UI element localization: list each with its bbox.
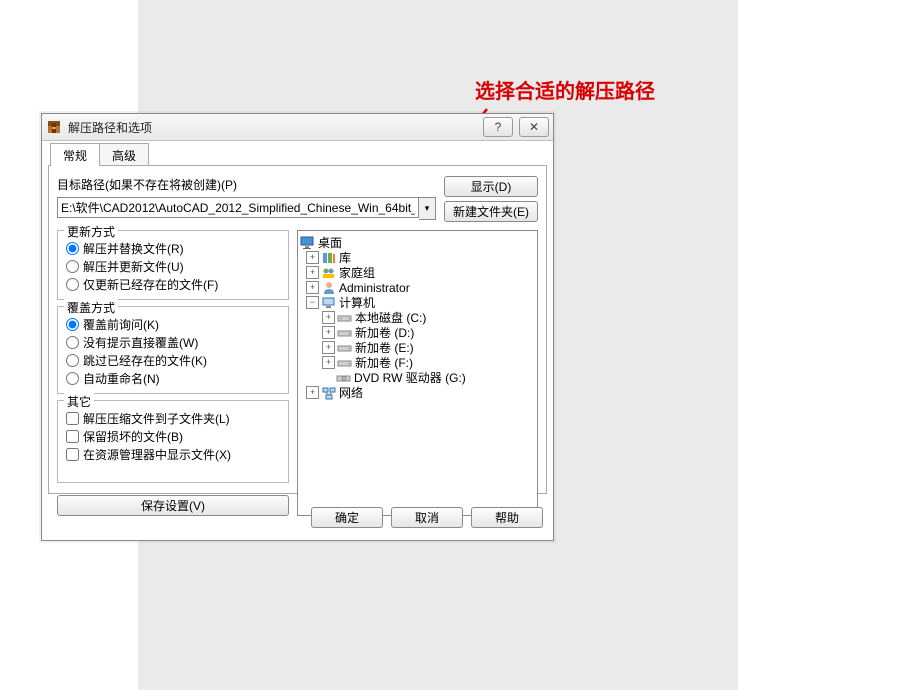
desktop-icon (300, 236, 316, 250)
plus-icon[interactable]: + (306, 266, 319, 279)
dialog-footer: 确定 取消 帮助 (48, 507, 547, 528)
plus-icon[interactable]: + (322, 341, 335, 354)
close-button[interactable]: ✕ (519, 117, 549, 137)
misc-opt-subfolder[interactable]: 解压压缩文件到子文件夹(L) (66, 409, 280, 427)
tree-libraries[interactable]: + 库 (300, 250, 535, 265)
tab-advanced[interactable]: 高级 (99, 143, 149, 166)
tree-admin[interactable]: + Administrator (300, 280, 535, 295)
misc-group: 其它 解压压缩文件到子文件夹(L) 保留损坏的文件(B) 在资源管理器中显示文件… (57, 400, 289, 483)
help-footer-button[interactable]: 帮助 (471, 507, 543, 528)
dialog-title: 解压路径和选项 (68, 119, 152, 136)
network-icon (321, 386, 337, 400)
dvd-icon (336, 371, 352, 385)
extract-dialog: 解压路径和选项 ? ✕ 常规 高级 目标路径(如果不存在将被创建)(P) ▾ 显… (41, 113, 554, 541)
tree-drive-c[interactable]: + 本地磁盘 (C:) (300, 310, 535, 325)
drive-icon (337, 326, 353, 340)
misc-opt-explorer[interactable]: 在资源管理器中显示文件(X) (66, 445, 280, 463)
destination-dropdown-icon[interactable]: ▾ (419, 197, 436, 220)
tree-network[interactable]: + 网络 (300, 385, 535, 400)
plus-icon[interactable]: + (306, 386, 319, 399)
new-folder-button[interactable]: 新建文件夹(E) (444, 201, 538, 222)
tree-desktop[interactable]: 桌面 (300, 235, 535, 250)
update-mode-title: 更新方式 (64, 223, 118, 240)
plus-icon[interactable]: + (322, 356, 335, 369)
update-mode-group: 更新方式 解压并替换文件(R) 解压并更新文件(U) 仅更新已经存在的文件(F) (57, 230, 289, 300)
plus-icon[interactable]: + (306, 281, 319, 294)
tree-drive-f[interactable]: + 新加卷 (F:) (300, 355, 535, 370)
tab-panel-general: 目标路径(如果不存在将被创建)(P) ▾ 显示(D) 新建文件夹(E) 更新方式… (48, 165, 547, 494)
overwrite-opt-noask[interactable]: 没有提示直接覆盖(W) (66, 333, 280, 351)
drive-icon (337, 341, 353, 355)
tree-computer[interactable]: − 计算机 (300, 295, 535, 310)
misc-opt-broken[interactable]: 保留损坏的文件(B) (66, 427, 280, 445)
plus-icon[interactable]: + (306, 251, 319, 264)
user-icon (321, 281, 337, 295)
tab-strip: 常规 高级 (48, 144, 547, 166)
titlebar[interactable]: 解压路径和选项 ? ✕ (42, 114, 553, 141)
drive-icon (337, 356, 353, 370)
display-button[interactable]: 显示(D) (444, 176, 538, 197)
destination-path-input[interactable] (57, 197, 419, 218)
folder-tree[interactable]: 桌面 + 库 + 家庭组 + Administrator − (297, 230, 538, 516)
plus-icon[interactable]: + (322, 311, 335, 324)
winrar-icon (46, 119, 62, 135)
drive-icon (337, 311, 353, 325)
ok-button[interactable]: 确定 (311, 507, 383, 528)
computer-icon (321, 296, 337, 310)
update-opt-update[interactable]: 解压并更新文件(U) (66, 257, 280, 275)
overwrite-opt-skip[interactable]: 跳过已经存在的文件(K) (66, 351, 280, 369)
tree-drive-e[interactable]: + 新加卷 (E:) (300, 340, 535, 355)
misc-title: 其它 (64, 393, 94, 410)
libraries-icon (321, 251, 337, 265)
cancel-button[interactable]: 取消 (391, 507, 463, 528)
overwrite-opt-ask[interactable]: 覆盖前询问(K) (66, 315, 280, 333)
tree-drive-dvd[interactable]: DVD RW 驱动器 (G:) (300, 370, 535, 385)
annotation-text: 选择合适的解压路径 (475, 75, 655, 104)
destination-label: 目标路径(如果不存在将被创建)(P) (57, 176, 436, 193)
overwrite-opt-rename[interactable]: 自动重命名(N) (66, 369, 280, 387)
homegroup-icon (321, 266, 337, 280)
help-button[interactable]: ? (483, 117, 513, 137)
overwrite-mode-group: 覆盖方式 覆盖前询问(K) 没有提示直接覆盖(W) 跳过已经存在的文件(K) 自… (57, 306, 289, 394)
tree-homegroup[interactable]: + 家庭组 (300, 265, 535, 280)
plus-icon[interactable]: + (322, 326, 335, 339)
minus-icon[interactable]: − (306, 296, 319, 309)
overwrite-mode-title: 覆盖方式 (64, 299, 118, 316)
update-opt-existing[interactable]: 仅更新已经存在的文件(F) (66, 275, 280, 293)
tree-drive-d[interactable]: + 新加卷 (D:) (300, 325, 535, 340)
update-opt-replace[interactable]: 解压并替换文件(R) (66, 239, 280, 257)
tab-general[interactable]: 常规 (50, 143, 100, 166)
